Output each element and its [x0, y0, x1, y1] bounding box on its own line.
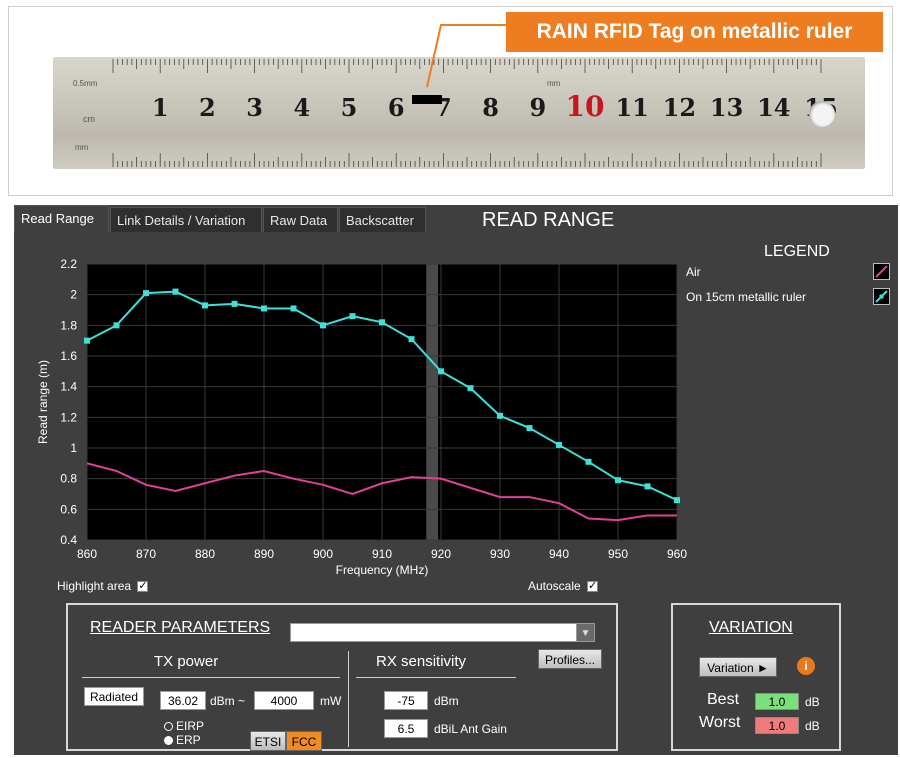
y-tick-label: 1.8 [60, 318, 77, 332]
chevron-down-icon[interactable]: ▼ [576, 623, 595, 642]
x-tick-label: 900 [313, 547, 333, 561]
data-point [231, 300, 238, 307]
eirp-radio[interactable]: EIRP [164, 719, 204, 733]
data-point [113, 322, 120, 329]
x-tick-label: 920 [431, 547, 451, 561]
best-label: Best [707, 691, 740, 708]
x-tick-label: 930 [490, 547, 510, 561]
tx-dbm-unit: dBm ~ [210, 694, 246, 708]
x-tick-label: 950 [608, 547, 628, 561]
autoscale-checkbox[interactable] [587, 579, 599, 593]
worst-value: 1.0 [755, 717, 799, 734]
erp-label: ERP [176, 733, 201, 747]
etsi-button[interactable]: ETSI [250, 731, 286, 751]
data-point [526, 425, 533, 432]
best-unit: dB [805, 695, 820, 709]
y-tick-label: 0.8 [60, 472, 77, 486]
reader-parameters-panel: READER PARAMETERS ▼ Profiles... TX power… [66, 603, 618, 751]
x-tick-label: 940 [549, 547, 569, 561]
legend-label-air: Air [686, 265, 701, 279]
data-point [556, 441, 562, 448]
data-point [349, 313, 356, 320]
y-tick-label: 1.6 [60, 349, 77, 363]
eirp-label: EIRP [176, 719, 205, 733]
data-point [84, 337, 90, 344]
rx-divider [356, 677, 516, 678]
data-point [202, 302, 208, 309]
fcc-button[interactable]: FCC [286, 731, 322, 751]
section-divider [348, 651, 349, 747]
y-tick-label: 1.2 [60, 410, 77, 424]
x-axis-label: Frequency (MHz) [336, 563, 429, 577]
legend-swatch-air[interactable] [873, 263, 890, 280]
x-tick-label: 890 [254, 547, 274, 561]
erp-radio-circle[interactable] [164, 736, 173, 746]
legend-swatch-ruler[interactable] [873, 288, 890, 305]
x-tick-label: 860 [77, 547, 97, 561]
legend-title: LEGEND [764, 243, 830, 260]
tx-divider [82, 677, 340, 678]
ruler-photo-panel: 0.5mm mm cm mm 123456789101112131415 RAI… [8, 6, 893, 196]
data-point [615, 477, 621, 484]
data-point [585, 458, 592, 465]
x-tick-label: 870 [136, 547, 156, 561]
x-tick-label: 910 [372, 547, 392, 561]
info-icon[interactable]: i [797, 657, 815, 675]
rx-gain-unit: dBiL Ant Gain [434, 722, 507, 736]
highlight-area-checkbox[interactable] [137, 579, 149, 593]
data-point [172, 288, 179, 295]
eirp-radio-circle[interactable] [164, 722, 173, 732]
profiles-button[interactable]: Profiles... [538, 649, 602, 669]
y-tick-label: 1.4 [60, 380, 77, 394]
worst-unit: dB [805, 719, 820, 733]
y-axis-label: Read range (m) [36, 360, 50, 444]
y-tick-label: 1 [70, 441, 77, 455]
data-point [320, 322, 326, 329]
rx-sensitivity-title: RX sensitivity [376, 653, 467, 670]
data-point [408, 336, 415, 343]
tx-power-title: TX power [154, 653, 219, 670]
autoscale-label: Autoscale [528, 579, 581, 593]
highlight-area-label: Highlight area [57, 579, 132, 593]
y-tick-label: 2 [70, 288, 77, 302]
y-tick-label: 0.4 [60, 533, 77, 547]
data-point [438, 368, 444, 375]
variation-button[interactable]: Variation ► [699, 657, 777, 677]
data-point [674, 497, 680, 504]
data-point [261, 305, 267, 312]
data-point [290, 305, 297, 312]
tx-mw-unit: mW [320, 694, 342, 708]
tx-mw-input[interactable]: 4000 [254, 691, 314, 710]
data-point [644, 483, 651, 490]
tx-dbm-input[interactable]: 36.02 [160, 691, 206, 710]
data-point [497, 412, 503, 419]
variation-title: VARIATION [709, 619, 793, 636]
data-point [379, 319, 385, 326]
reader-parameters-title: READER PARAMETERS [90, 619, 271, 636]
read-range-app: Read Range Link Details / Variation Raw … [14, 205, 898, 755]
x-tick-label: 880 [195, 547, 215, 561]
tx-mode-select[interactable]: Radiated [84, 687, 144, 706]
rx-dbm-unit: dBm [434, 694, 459, 708]
variation-panel: VARIATION Variation ► i Best 1.0 dB Wors… [671, 603, 841, 751]
data-point [143, 290, 149, 297]
rx-dbm-input[interactable]: -75 [384, 691, 428, 710]
highlight-band [426, 264, 439, 540]
y-tick-label: 0.6 [60, 502, 77, 516]
tag-callout-label: RAIN RFID Tag on metallic ruler [506, 12, 883, 52]
y-tick-label: 2.2 [60, 257, 77, 271]
autoscale-option[interactable]: Autoscale [528, 579, 599, 593]
best-value: 1.0 [755, 693, 799, 710]
erp-radio[interactable]: ERP [164, 733, 201, 747]
read-range-chart: 860 870 880 890 900 910 920 930 940 950 960 0.4 0.6 0… [36, 257, 687, 577]
worst-label: Worst [699, 714, 741, 731]
legend-label-ruler: On 15cm metallic ruler [686, 290, 807, 304]
profile-select[interactable] [290, 623, 588, 642]
x-tick-label: 960 [667, 547, 687, 561]
highlight-area-option[interactable]: Highlight area [57, 579, 149, 593]
data-point [467, 385, 474, 392]
rx-gain-input[interactable]: 6.5 [384, 719, 428, 738]
